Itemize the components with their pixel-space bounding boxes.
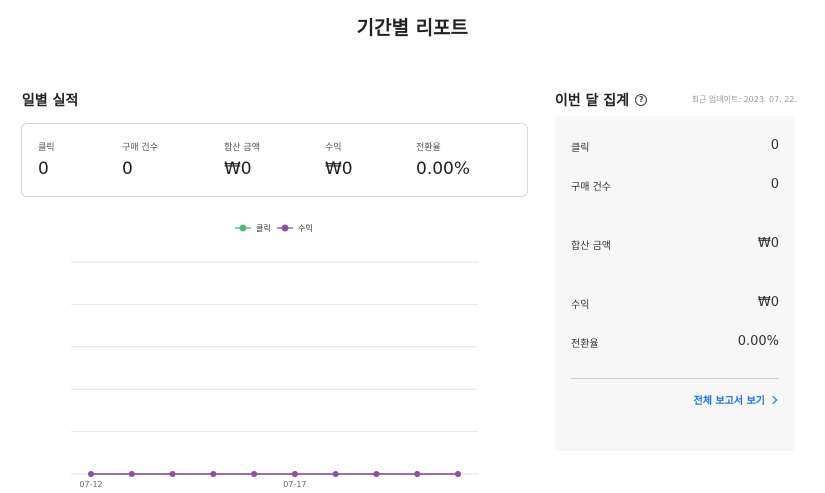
summary-row-label: 구매 건수 [571, 182, 611, 193]
summary-row-label: 전환율 [571, 339, 599, 350]
monthly-title-text: 이번 달 집계 [555, 93, 630, 109]
data-point [455, 471, 461, 477]
data-point [210, 471, 217, 477]
metric-value: ₩0 [224, 159, 252, 179]
data-point [128, 471, 135, 477]
summary-row-label: 클릭 [571, 143, 590, 154]
chevron-right-icon [768, 395, 778, 404]
data-point [414, 471, 421, 477]
data-point [251, 471, 258, 477]
metric-label: 구매 건수 [122, 143, 158, 153]
daily-line-chart: 07-12 07-17 클릭 수익 [71, 223, 478, 489]
summary-row-label: 합산 금액 [571, 241, 611, 252]
metric-clicks: 클릭 0 [38, 140, 55, 179]
view-full-report-link[interactable]: 전체 보고서 보기 [693, 392, 778, 407]
summary-row-value: 0 [770, 138, 779, 153]
metric-total-amount: 합산 금액 ₩0 [224, 140, 260, 179]
data-point [291, 471, 298, 477]
metric-purchases: 구매 건수 0 [122, 140, 158, 179]
monthly-section-title: 이번 달 집계 ? [555, 90, 648, 110]
metric-value: ₩0 [325, 159, 353, 179]
metric-label: 전환율 [416, 143, 441, 153]
metric-conversion-rate: 전환율 0.00% [416, 140, 470, 179]
monthly-summary-panel: 클릭 0 구매 건수 0 합산 금액 ₩0 수익 ₩0 전환율 0.00% 전체… [555, 116, 795, 451]
summary-row-revenue: 수익 ₩0 [571, 295, 779, 316]
metric-value: 0 [122, 159, 133, 179]
metric-label: 클릭 [38, 143, 55, 153]
help-icon[interactable]: ? [635, 94, 648, 106]
summary-divider [571, 378, 779, 379]
x-tick-label: 07-17 [283, 480, 306, 489]
data-point [88, 471, 94, 477]
summary-row-total-amount: 합산 금액 ₩0 [571, 236, 779, 257]
summary-row-value: 0.00% [737, 334, 779, 349]
summary-row-label: 수익 [571, 300, 590, 311]
data-point [373, 471, 380, 477]
legend-label: 클릭 [256, 223, 271, 233]
metric-value: 0.00% [416, 159, 471, 179]
summary-row-conversion-rate: 전환율 0.00% [571, 334, 779, 355]
legend-label: 수익 [298, 223, 313, 233]
daily-chart: 07-12 07-17 클릭 수익 [21, 212, 528, 493]
daily-section-title: 일별 실적 [22, 93, 79, 109]
data-point [169, 471, 176, 477]
x-tick-label: 07-12 [79, 480, 102, 489]
summary-row-value: ₩0 [757, 236, 779, 251]
legend-marker [281, 224, 289, 232]
legend-marker [239, 224, 247, 232]
last-updated-text: 최근 업데이트: 2023. 07. 22. [691, 95, 797, 104]
summary-row-value: 0 [770, 177, 779, 192]
daily-summary-card: 클릭 0 구매 건수 0 합산 금액 ₩0 수익 ₩0 전환율 0.00% [21, 123, 528, 197]
view-full-report-label: 전체 보고서 보기 [693, 396, 765, 407]
summary-row-clicks: 클릭 0 [571, 138, 779, 159]
metric-label: 합산 금액 [224, 143, 260, 153]
page-title: 기간별 리포트 [356, 17, 469, 39]
summary-row-value: ₩0 [757, 295, 779, 310]
summary-row-purchases: 구매 건수 0 [571, 177, 779, 198]
data-point [332, 471, 339, 477]
metric-value: 0 [38, 159, 49, 179]
metric-label: 수익 [325, 143, 342, 153]
metric-revenue: 수익 ₩0 [325, 140, 353, 179]
